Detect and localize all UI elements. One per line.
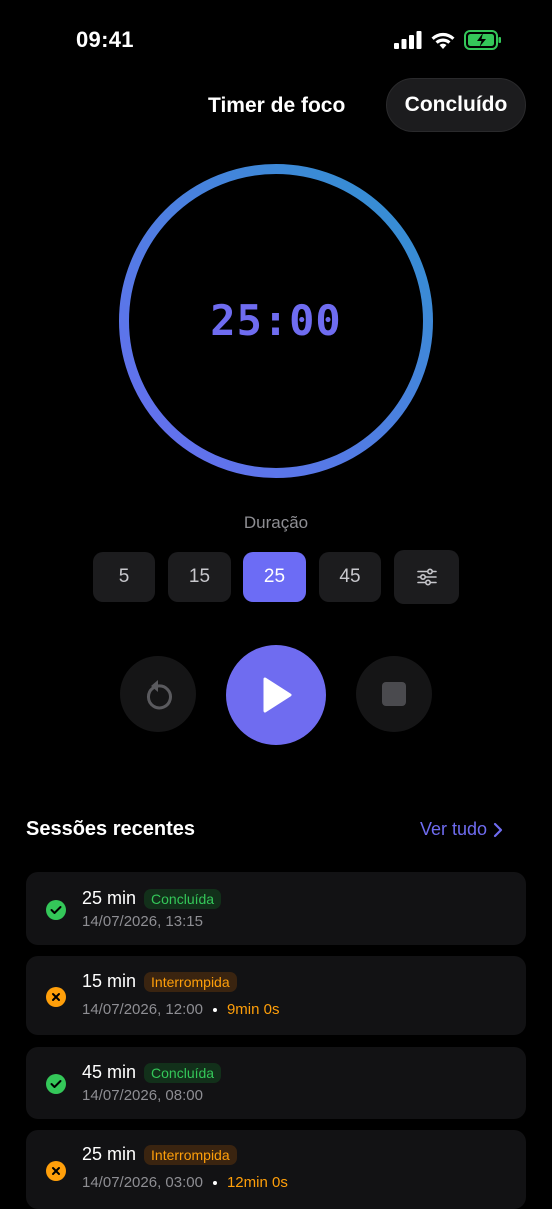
status-icons: [394, 30, 502, 50]
x-circle-icon: [46, 1161, 66, 1181]
session-card[interactable]: 45 min Concluída 14/07/2026, 08:00: [26, 1047, 526, 1119]
duration-option-15[interactable]: 15: [168, 552, 231, 602]
reset-button[interactable]: [120, 656, 196, 732]
custom-duration-button[interactable]: [394, 550, 459, 604]
session-card[interactable]: 15 min Interrompida 14/07/2026, 12:00 9m…: [26, 956, 526, 1035]
status-time: 09:41: [76, 27, 134, 52]
recent-sessions-title: Sessões recentes: [26, 818, 196, 840]
session-date-text: 14/07/2026, 12:00: [82, 1001, 203, 1018]
wifi-icon: [431, 32, 455, 49]
session-elapsed: 9min 0s: [226, 1001, 280, 1018]
session-duration: 25 min: [82, 888, 137, 908]
play-icon: [263, 677, 292, 713]
status-badge: Interrompida: [144, 971, 237, 992]
session-date-text: 14/07/2026, 03:00: [82, 1174, 203, 1191]
sliders-icon: [416, 568, 437, 586]
status-badge: Interrompida: [144, 1144, 237, 1165]
duration-option-5[interactable]: 5: [93, 552, 155, 602]
chevron-right-icon: [493, 822, 503, 837]
timer-display: 25:00: [210, 296, 342, 345]
status-badge: Concluída: [144, 888, 222, 909]
stop-icon: [382, 682, 406, 706]
see-all-link[interactable]: Ver tudo: [420, 819, 503, 840]
session-date: 14/07/2026, 12:00 9min 0s: [82, 1001, 279, 1018]
check-circle-icon: [46, 1074, 66, 1094]
duration-option-45[interactable]: 45: [319, 552, 381, 602]
session-date-text: 14/07/2026, 13:15: [82, 913, 203, 930]
check-circle-icon: [46, 900, 66, 920]
see-all-label: Ver tudo: [420, 819, 488, 839]
session-duration: 25 min: [82, 1144, 137, 1164]
duration-label: Duração: [243, 513, 309, 532]
page-title: Timer de foco: [208, 94, 346, 117]
duration-option-25[interactable]: 25: [243, 552, 306, 602]
session-duration: 45 min: [82, 1062, 137, 1082]
separator-dot: [212, 1180, 217, 1185]
x-circle-icon: [46, 987, 66, 1007]
session-date-text: 14/07/2026, 08:00: [82, 1087, 203, 1104]
play-button[interactable]: [226, 645, 326, 745]
battery-charging-icon: [464, 30, 501, 50]
session-card[interactable]: 25 min Interrompida 14/07/2026, 03:00 12…: [26, 1130, 526, 1209]
stop-button[interactable]: [356, 656, 432, 732]
cellular-signal-icon: [394, 31, 422, 49]
session-duration: 15 min: [82, 971, 137, 991]
session-date: 14/07/2026, 13:15: [82, 913, 203, 930]
done-button[interactable]: Concluído: [386, 78, 526, 132]
session-elapsed: 12min 0s: [226, 1174, 288, 1191]
separator-dot: [212, 1007, 217, 1012]
session-card[interactable]: 25 min Concluída 14/07/2026, 13:15: [26, 872, 526, 945]
session-date: 14/07/2026, 03:00 12min 0s: [82, 1174, 288, 1191]
status-badge: Concluída: [144, 1062, 222, 1083]
session-date: 14/07/2026, 08:00: [82, 1087, 203, 1104]
reset-icon: [146, 680, 172, 710]
